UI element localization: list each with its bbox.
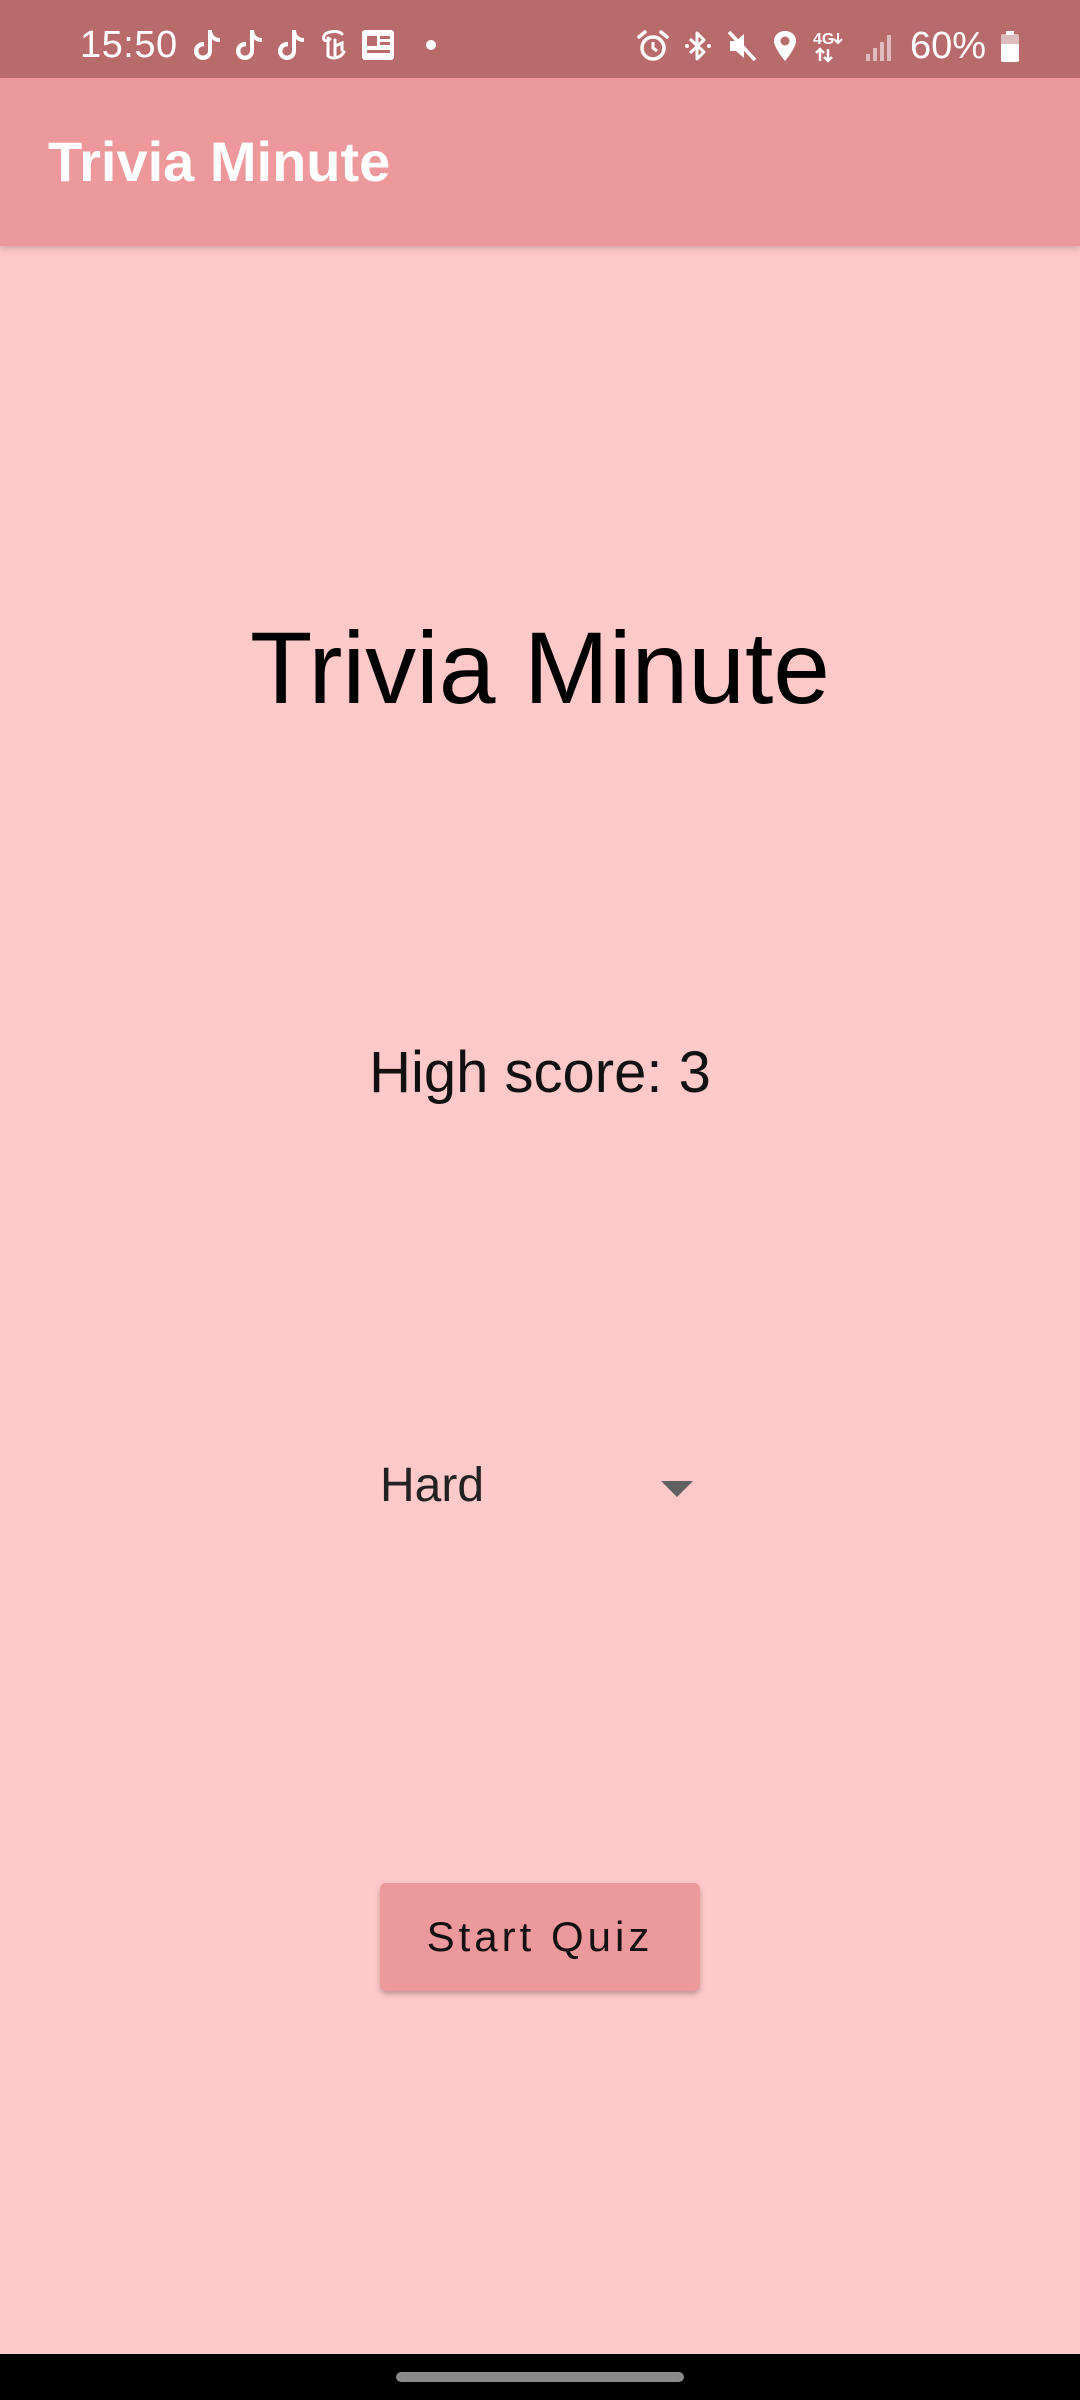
nytimes-icon	[318, 28, 348, 62]
battery-icon	[1000, 29, 1020, 63]
tiktok-icon	[192, 28, 222, 62]
high-score-label: High score: 3	[369, 1040, 711, 1105]
bluetooth-icon	[684, 29, 712, 63]
status-time: 15:50	[80, 24, 178, 66]
app-bar: Trivia Minute	[0, 78, 1080, 246]
location-icon	[772, 29, 798, 63]
tiktok-icon	[276, 28, 306, 62]
4g-lte-icon: 4G	[812, 29, 850, 63]
dropdown-arrow-icon	[660, 1480, 694, 1503]
home-indicator[interactable]	[396, 2372, 684, 2382]
battery-percentage: 60%	[910, 25, 987, 67]
svg-text:4G: 4G	[813, 31, 834, 48]
alarm-icon	[636, 29, 670, 63]
system-icons: 4G 60%	[636, 25, 1020, 67]
tiktok-icon	[234, 28, 264, 62]
notification-dot	[426, 40, 436, 50]
navigation-bar	[0, 2354, 1080, 2400]
news-icon	[360, 28, 396, 62]
status-bar: 15:50 4G 60%	[0, 0, 1080, 78]
start-quiz-button[interactable]: Start Quiz	[380, 1883, 700, 1991]
page-title: Trivia Minute	[249, 611, 831, 725]
mute-icon	[726, 29, 758, 63]
signal-icon	[864, 29, 894, 63]
difficulty-selected-value: Hard	[380, 1459, 485, 1512]
notification-icons	[192, 28, 436, 62]
difficulty-dropdown[interactable]: Hard	[360, 1440, 710, 1530]
app-bar-title: Trivia Minute	[48, 130, 391, 193]
